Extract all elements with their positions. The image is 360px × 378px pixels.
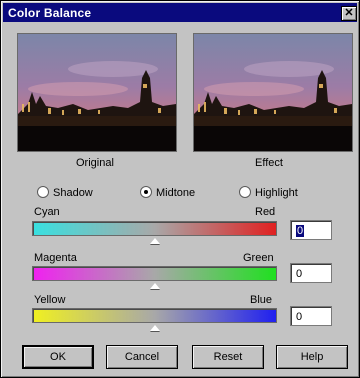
magenta-green-value: 0 (296, 268, 303, 280)
cancel-button[interactable]: Cancel (106, 345, 178, 369)
ok-button[interactable]: OK (22, 345, 94, 369)
original-preview (17, 33, 177, 152)
yellow-label: Yellow (34, 294, 66, 306)
yellow-blue-thumb[interactable] (149, 325, 160, 331)
yellow-blue-value-field[interactable]: 0 (290, 306, 332, 326)
radio-label-midtone: Midtone (156, 187, 196, 199)
cyan-red-slider[interactable] (32, 221, 277, 236)
cyan-label: Cyan (34, 206, 60, 218)
magenta-green-slider[interactable] (32, 266, 277, 281)
effect-preview (193, 33, 353, 152)
title-bar[interactable]: Color Balance ✕ (3, 3, 357, 22)
effect-label: Effect (255, 157, 283, 169)
radio-midtone[interactable]: Midtone (140, 186, 195, 199)
green-label: Green (243, 252, 274, 264)
magenta-label: Magenta (34, 252, 77, 264)
radio-circle-shadow[interactable] (37, 186, 49, 198)
cyan-red-value: 0 (296, 225, 305, 237)
yellow-blue-value: 0 (296, 311, 303, 323)
radio-circle-highlight[interactable] (239, 186, 251, 198)
dialog-title: Color Balance (8, 6, 92, 20)
close-button[interactable]: ✕ (341, 6, 357, 21)
radio-highlight[interactable]: Highlight (239, 186, 298, 199)
original-label: Original (76, 157, 114, 169)
reset-button[interactable]: Reset (192, 345, 264, 369)
effect-image (194, 34, 352, 151)
magenta-green-value-field[interactable]: 0 (290, 263, 332, 283)
radio-label-highlight: Highlight (255, 187, 298, 199)
red-label: Red (255, 206, 276, 218)
radio-label-shadow: Shadow (53, 187, 93, 199)
radio-circle-midtone[interactable] (140, 186, 152, 198)
yellow-blue-slider[interactable] (32, 308, 277, 323)
original-image (18, 34, 176, 151)
radio-shadow[interactable]: Shadow (37, 186, 93, 199)
help-button[interactable]: Help (276, 345, 348, 369)
blue-label: Blue (250, 294, 273, 306)
close-icon: ✕ (344, 7, 354, 19)
cyan-red-thumb[interactable] (149, 238, 160, 244)
cyan-red-value-field[interactable]: 0 (290, 220, 332, 240)
magenta-green-thumb[interactable] (149, 283, 160, 289)
color-balance-dialog: Color Balance ✕ Original Effect Shadow M… (0, 0, 360, 378)
